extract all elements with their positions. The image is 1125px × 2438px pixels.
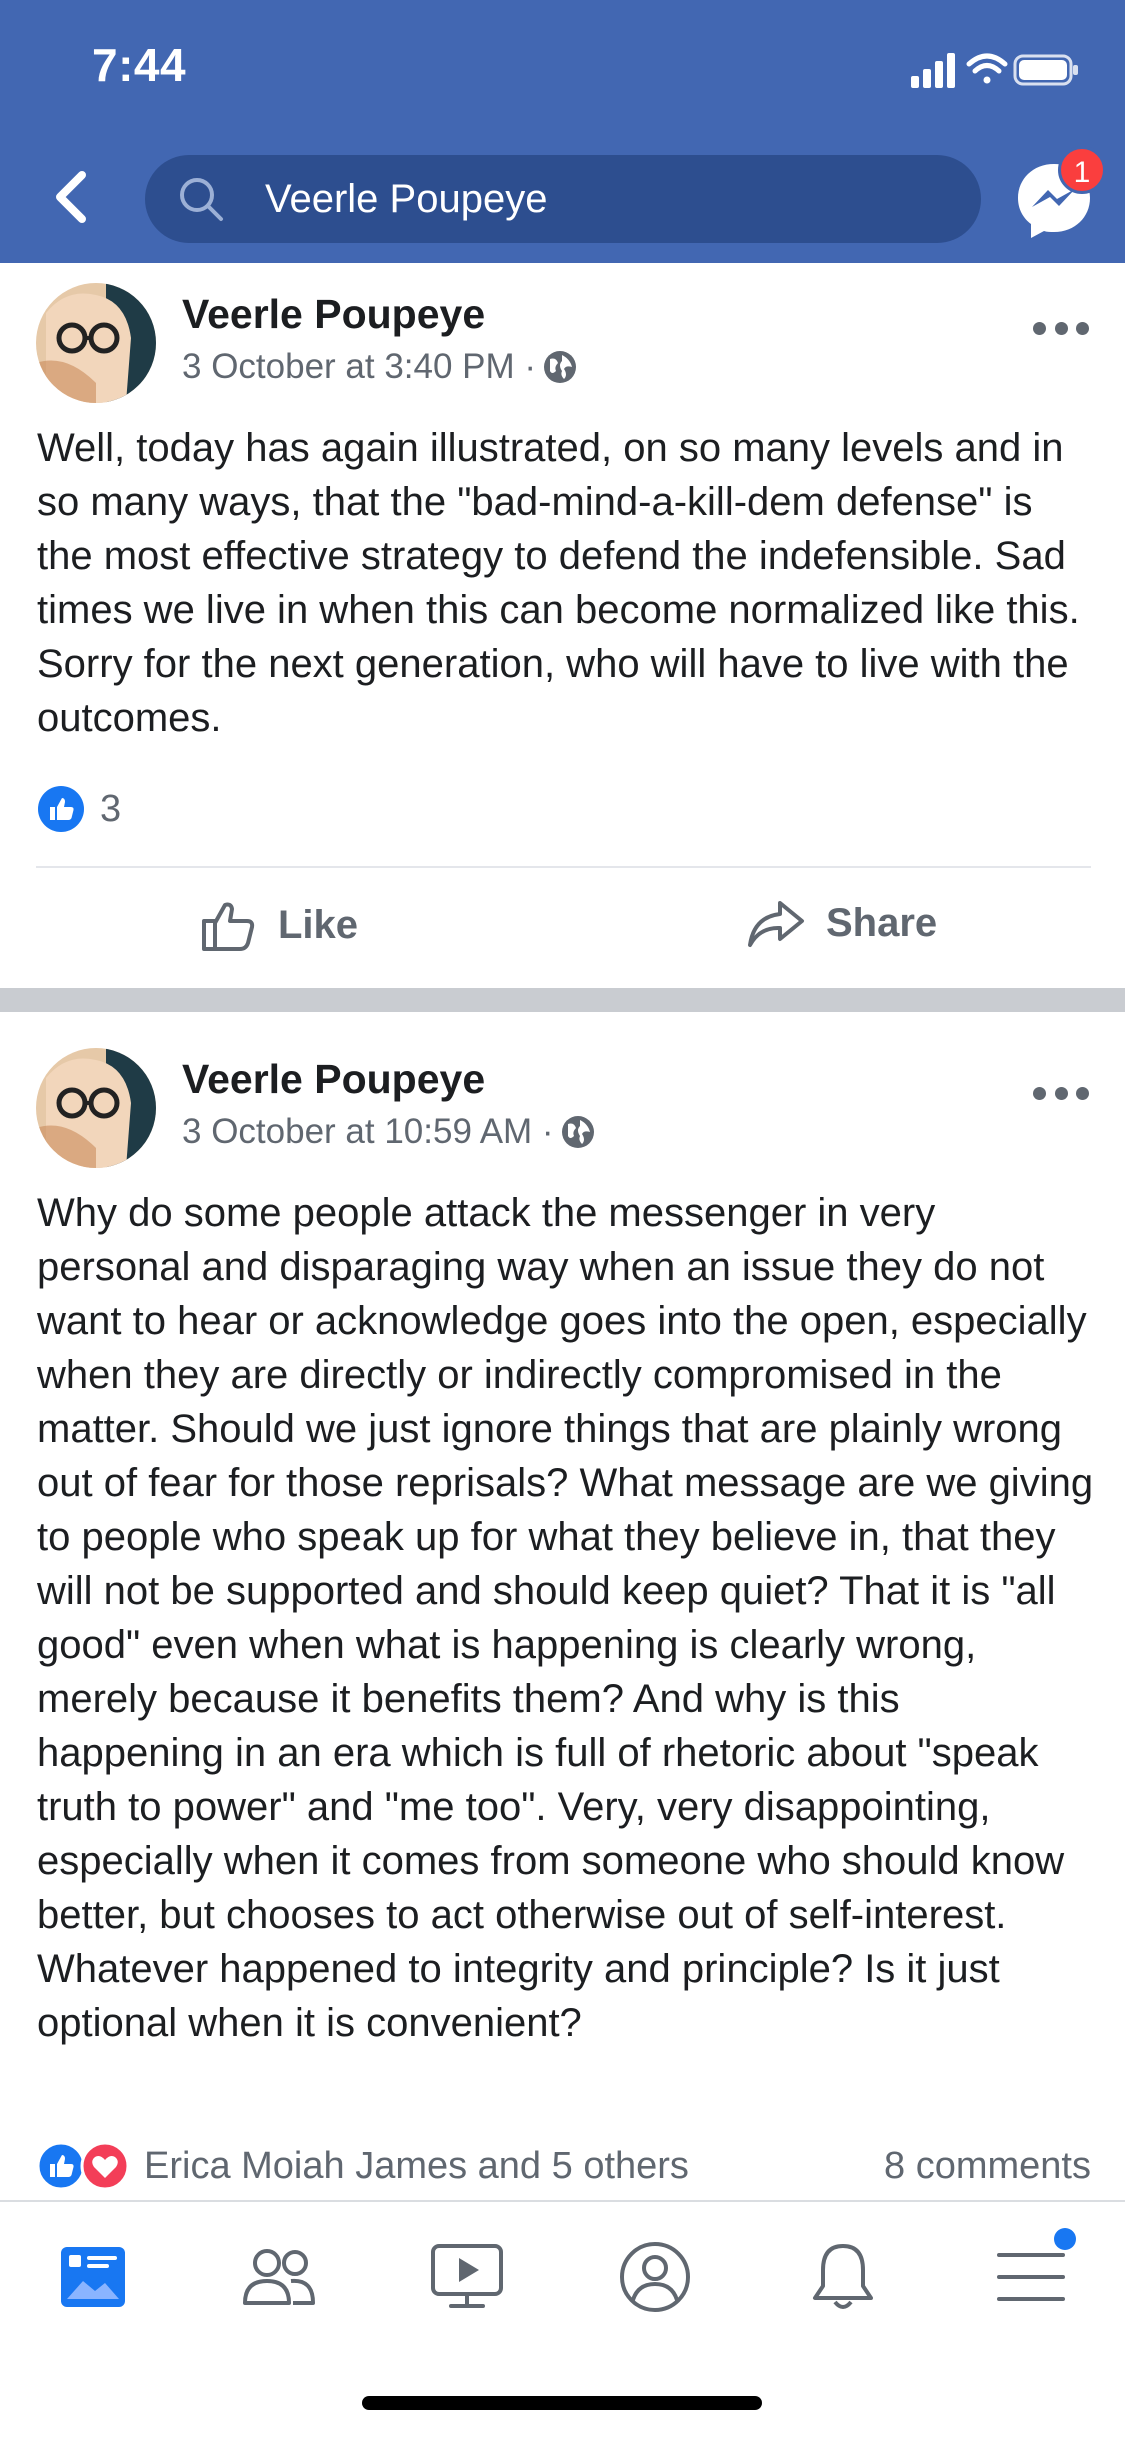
back-button[interactable] (40, 162, 100, 232)
like-button[interactable]: Like (200, 897, 358, 953)
signal-icon (911, 53, 955, 88)
search-input[interactable]: Veerle Poupeye (265, 175, 547, 223)
avatar-image (36, 283, 156, 403)
search-bar[interactable]: Veerle Poupeye (145, 155, 981, 243)
more-options-button[interactable] (1033, 313, 1089, 343)
globe-icon (561, 1116, 594, 1148)
tab-profile[interactable] (610, 2232, 700, 2322)
status-icons (911, 53, 1078, 88)
reactions-summary[interactable]: 3 (36, 783, 1091, 835)
tab-watch[interactable] (422, 2232, 512, 2322)
watch-icon (431, 2244, 503, 2308)
post-author[interactable]: Veerle Poupeye (182, 291, 485, 338)
tab-news-feed[interactable] (48, 2232, 138, 2322)
wifi-icon (966, 53, 1008, 84)
post-card: Veerle Poupeye 3 October at 3:40 PM · We… (0, 263, 1125, 988)
post-timestamp-text: 3 October at 3:40 PM · (182, 347, 537, 386)
profile-icon (620, 2242, 690, 2312)
avatar[interactable] (36, 1048, 156, 1168)
friends-icon (243, 2249, 315, 2305)
globe-icon (544, 351, 577, 383)
menu-notification-dot (1054, 2228, 1076, 2250)
chevron-left-icon (56, 171, 86, 223)
post-timestamp-text: 3 October at 10:59 AM · (182, 1112, 554, 1151)
share-icon (748, 901, 804, 947)
post-text: Well, today has again illustrated, on so… (37, 426, 1080, 740)
more-options-button[interactable] (1033, 1078, 1089, 1108)
news-feed-icon (61, 2247, 125, 2307)
tab-notifications[interactable] (798, 2232, 888, 2322)
messenger-badge: 1 (1058, 146, 1106, 194)
share-button[interactable]: Share (746, 897, 937, 949)
tab-friends[interactable] (234, 2232, 324, 2322)
menu-icon (997, 2253, 1065, 2301)
status-time: 7:44 (92, 39, 187, 91)
divider (36, 866, 1091, 868)
post-card: Veerle Poupeye 3 October at 10:59 AM · W… (0, 1012, 1125, 2200)
feed-separator (0, 988, 1125, 1012)
like-reaction-icon (38, 786, 84, 832)
app-header: 7:44 Veerle Poupeye 1 (0, 0, 1125, 263)
thumbs-up-icon (202, 902, 255, 951)
notifications-icon (813, 2244, 873, 2309)
like-label: Like (278, 902, 359, 947)
comments-count[interactable]: 8 comments (884, 2145, 1091, 2188)
post-timestamp[interactable]: 3 October at 10:59 AM · (182, 1112, 596, 1152)
home-indicator[interactable] (362, 2396, 762, 2410)
like-reaction-icon (36, 2141, 86, 2191)
love-reaction-icon (80, 2141, 130, 2191)
reaction-count: 3 (100, 787, 122, 830)
reactions-summary-text: Erica Moiah James and 5 others (144, 2144, 689, 2187)
avatar-image (36, 1048, 156, 1168)
post-text: Why do some people attack the messenger … (37, 1191, 1094, 2045)
share-label: Share (826, 900, 938, 945)
battery-icon (1013, 54, 1078, 86)
post-timestamp[interactable]: 3 October at 3:40 PM · (182, 347, 578, 387)
reactions-left[interactable]: Erica Moiah James and 5 others (36, 2141, 689, 2191)
reactions-summary[interactable]: Erica Moiah James and 5 others 8 comment… (36, 2140, 1091, 2192)
avatar[interactable] (36, 283, 156, 403)
search-icon (180, 178, 223, 221)
post-author[interactable]: Veerle Poupeye (182, 1056, 485, 1103)
